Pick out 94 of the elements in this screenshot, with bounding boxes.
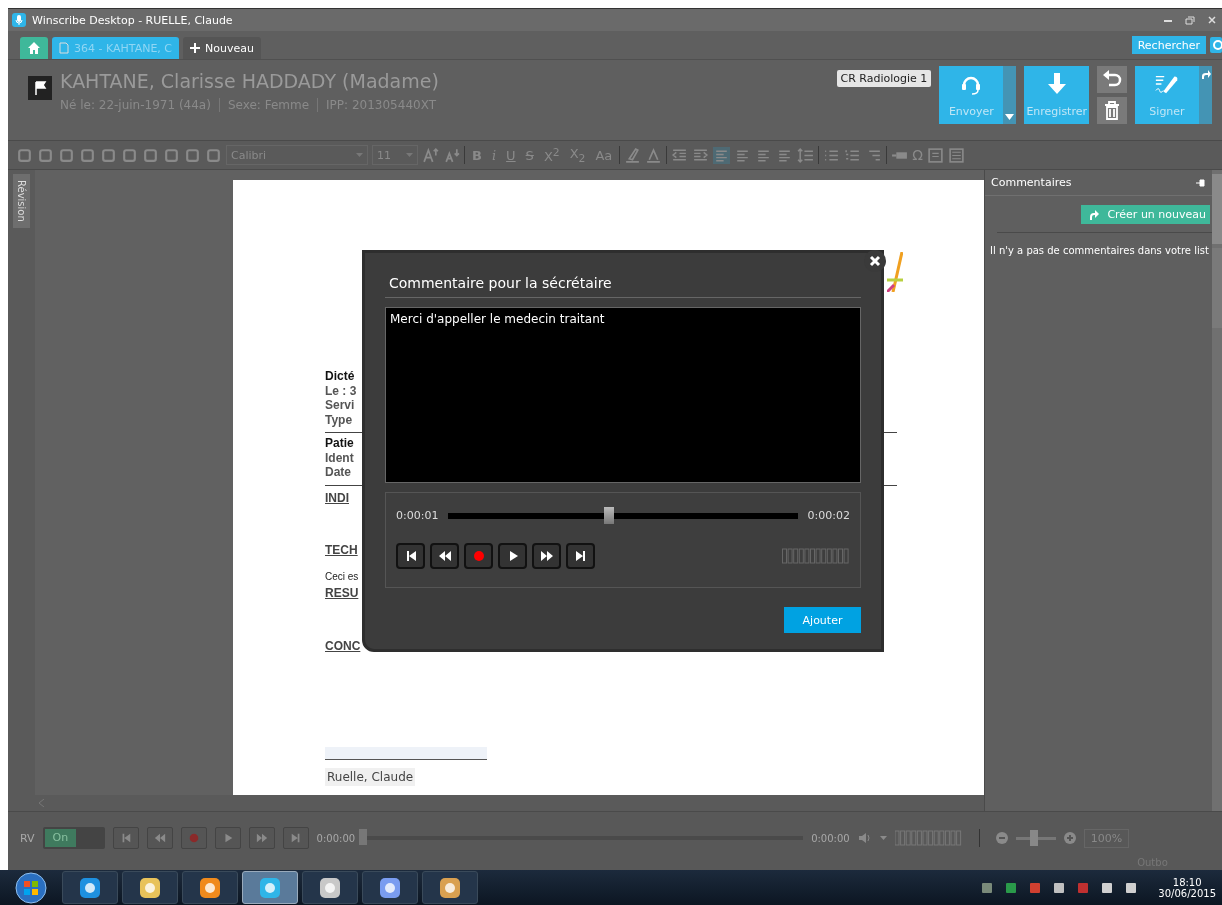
page-icon[interactable] <box>948 146 966 164</box>
taskbar-app-button[interactable] <box>422 871 478 904</box>
zoom-slider[interactable] <box>1029 829 1038 846</box>
tray-icon[interactable] <box>1052 880 1067 895</box>
player-button[interactable] <box>430 543 459 569</box>
shrink-font-icon[interactable] <box>443 146 460 164</box>
taskbar-app-button[interactable] <box>62 871 118 904</box>
signature-name: Ruelle, Claude <box>325 768 416 786</box>
clock-time[interactable]: 18:10 <box>1172 876 1202 888</box>
rewind-icon <box>437 549 452 563</box>
level-meter-drawing <box>782 548 850 564</box>
revision-tab[interactable]: Révision <box>13 174 30 228</box>
player-label: RV <box>20 831 35 845</box>
patient-name: KAHTANE, Clarisse HADDADY (Madame) <box>60 70 439 92</box>
player-button[interactable] <box>498 543 527 569</box>
document-text: Ident <box>325 450 354 465</box>
taskbar-app-button[interactable] <box>122 871 178 904</box>
position-slider[interactable] <box>604 506 615 524</box>
window-title: Winscribe Desktop - RUELLE, Claude <box>32 13 233 27</box>
player-button[interactable] <box>532 543 561 569</box>
scroll-left-icon[interactable] <box>39 799 45 807</box>
document-icon <box>59 42 69 54</box>
time-label: 0:00:01 <box>396 509 439 522</box>
taskbar-app-button[interactable] <box>362 871 418 904</box>
tray-icon[interactable] <box>1004 880 1019 895</box>
document-text: TECH <box>325 543 358 558</box>
level-meter-drawing <box>894 830 963 846</box>
zoom-in-icon[interactable] <box>1063 832 1076 844</box>
comment-field[interactable]: Merci d'appeller le medecin traitant <box>385 307 861 483</box>
new-tab-button[interactable]: Nouveau <box>183 37 261 59</box>
end-icon <box>573 549 588 563</box>
dialog-title: Commentaire pour la sécrétaire <box>385 271 861 298</box>
time-label: 0:00:00 <box>811 832 850 844</box>
volume-icon[interactable] <box>857 832 872 844</box>
restore-icon[interactable] <box>1184 15 1196 25</box>
document-text: INDI <box>325 490 349 505</box>
rewind-icon <box>153 832 166 844</box>
document-text: CONC <box>325 638 361 653</box>
start-button[interactable] <box>14 870 48 905</box>
player-button[interactable] <box>396 543 425 569</box>
tray-icon[interactable] <box>980 880 995 895</box>
comments-title: Commentaires <box>991 176 1072 189</box>
home-icon <box>27 41 41 55</box>
caret-icon[interactable] <box>1005 114 1015 120</box>
highlighter-icon[interactable] <box>624 146 642 164</box>
align-icon[interactable] <box>713 146 731 164</box>
record-icon <box>187 832 200 844</box>
player-button[interactable] <box>566 543 595 569</box>
trash-icon[interactable] <box>1097 97 1127 124</box>
plus-icon <box>190 43 201 53</box>
document-text: Dicté <box>325 369 355 384</box>
zoom-out-icon[interactable] <box>995 832 1008 844</box>
document-text: Patie <box>325 436 354 451</box>
flag-icon[interactable] <box>28 76 52 100</box>
template-label: CR Radiologie 1 <box>836 70 932 87</box>
add-button[interactable]: Ajouter <box>784 607 861 633</box>
document-text: Type <box>325 412 353 427</box>
time-label: 0:00:00 <box>316 832 356 844</box>
text-box-icon[interactable] <box>927 146 945 164</box>
document-text: RESU <box>325 586 359 601</box>
tray-icon[interactable] <box>1100 880 1115 895</box>
time-label: 0:00:02 <box>807 509 850 522</box>
document-text: Servi <box>325 398 355 413</box>
microphone-icon <box>12 13 26 27</box>
grow-font-icon[interactable] <box>422 146 439 164</box>
toggle-switch[interactable]: On <box>42 827 105 849</box>
document-text: Le : 3 <box>325 383 357 398</box>
logo-icon <box>887 252 903 292</box>
line-spacing-icon[interactable] <box>797 146 815 164</box>
document-text: Ceci es <box>325 569 359 584</box>
position-slider[interactable] <box>359 829 368 845</box>
settings-icon[interactable] <box>1210 37 1222 53</box>
sign-button[interactable]: Signer <box>1135 66 1212 124</box>
document-tab[interactable]: 364 - KAHTANE, C <box>52 37 180 59</box>
taskbar-app-button[interactable] <box>302 871 358 904</box>
forward-arrow-icon[interactable] <box>1200 70 1211 79</box>
create-comment-button[interactable]: Créer un nouveau <box>1081 205 1210 224</box>
end-icon <box>289 832 302 844</box>
redo-arrow-icon <box>1089 209 1100 220</box>
record-icon <box>471 549 486 563</box>
document-text: Date <box>325 465 351 480</box>
forward-icon <box>255 832 268 844</box>
save-button[interactable]: Enregistrer <box>1024 66 1089 124</box>
search-button[interactable]: Rechercher <box>1131 36 1206 54</box>
send-button[interactable]: Envoyer <box>939 66 1017 124</box>
caret-icon[interactable] <box>879 836 887 840</box>
pin-icon[interactable] <box>1196 178 1206 187</box>
forward-icon <box>539 549 554 563</box>
tray-icon[interactable] <box>1124 880 1139 895</box>
taskbar-app-button[interactable] <box>182 871 238 904</box>
clock-date[interactable]: 30/06/2015 <box>1158 887 1216 899</box>
home-tab[interactable] <box>20 37 48 59</box>
font-color-icon[interactable] <box>645 146 663 164</box>
empty-message: Il n'y a pas de commentaires dans votre list <box>989 244 1210 256</box>
